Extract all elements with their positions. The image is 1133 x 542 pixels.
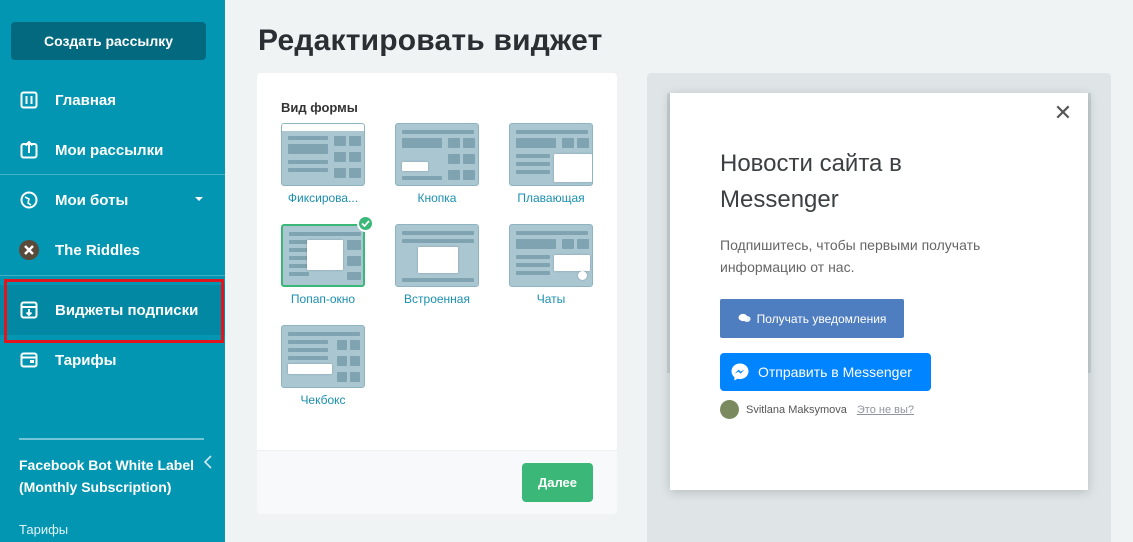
sidebar-item-tariffs[interactable]: Тарифы — [0, 335, 225, 385]
option-label: Кнопка — [417, 191, 457, 205]
form-type-card: Вид формы Фиксирова... Кнопка Плавающая … — [257, 73, 617, 514]
next-button[interactable]: Далее — [522, 463, 593, 502]
form-option-floating[interactable]: Плавающая — [509, 123, 593, 205]
checkbox-thumbnail — [281, 325, 365, 388]
sidebar-separator — [19, 438, 204, 440]
avatar — [19, 240, 39, 260]
sidebar-item-label: The Riddles — [55, 241, 141, 259]
sidebar-divider — [0, 275, 225, 276]
user-name: Svitlana Maksymova — [746, 403, 847, 416]
sidebar-item-the-riddles[interactable]: The Riddles — [0, 225, 225, 275]
sidebar-item-home[interactable]: Главная — [0, 75, 225, 125]
option-label: Чаты — [536, 292, 566, 306]
button-thumbnail — [395, 123, 479, 186]
form-option-fixed[interactable]: Фиксирова... — [281, 123, 365, 205]
form-option-popup[interactable]: Попап-окно — [281, 215, 374, 306]
form-option-embedded[interactable]: Встроенная — [395, 224, 479, 306]
plan-tariffs-link[interactable]: Тарифы — [19, 522, 68, 537]
get-notifications-button[interactable]: Получать уведомления — [720, 299, 904, 338]
plan-name: Facebook Bot White Label (Monthly Subscr… — [19, 457, 195, 495]
not-you-link[interactable]: Это не вы? — [857, 404, 914, 416]
send-to-messenger-button[interactable]: Отправить в Messenger — [720, 353, 931, 391]
button-label: Получать уведомления — [756, 311, 887, 326]
sidebar-item-label: Мои боты — [55, 191, 129, 209]
embedded-thumbnail — [395, 224, 479, 287]
chevron-left-icon[interactable] — [203, 455, 213, 469]
option-label: Попап-окно — [290, 292, 356, 306]
form-option-chats[interactable]: Чаты — [509, 224, 593, 306]
page-title: Редактировать виджет — [258, 24, 603, 57]
form-option-checkbox[interactable]: Чекбокс — [281, 325, 365, 407]
chats-thumbnail — [509, 224, 593, 287]
upload-icon — [19, 140, 39, 160]
globe-icon — [19, 190, 39, 210]
messenger-icon — [730, 362, 750, 382]
button-label: Отправить в Messenger — [758, 364, 912, 380]
sidebar-item-my-mailings[interactable]: Мои рассылки — [0, 125, 225, 175]
popup-widget: ✕ Новости сайта в Messenger Подпишитесь,… — [670, 93, 1088, 490]
avatar — [720, 400, 739, 419]
option-label: Встроенная — [404, 292, 470, 306]
popup-thumbnail — [281, 224, 365, 287]
sidebar: Создать рассылку Главная Мои рассылки Мо… — [0, 0, 225, 542]
checkmark-icon — [357, 215, 374, 232]
sidebar-item-label: Главная — [55, 91, 117, 109]
chevron-down-icon[interactable] — [195, 197, 203, 201]
form-type-label: Вид формы — [281, 100, 358, 115]
sidebar-item-label: Тарифы — [55, 351, 117, 369]
form-option-button[interactable]: Кнопка — [395, 123, 479, 205]
option-label: Фиксирова... — [287, 191, 359, 205]
chat-bubble-icon — [738, 313, 751, 324]
dashboard-icon — [19, 90, 39, 110]
option-label: Плавающая — [517, 191, 585, 205]
sidebar-item-my-bots[interactable]: Мои боты — [0, 175, 225, 225]
create-mailing-button[interactable]: Создать рассылку — [11, 22, 206, 60]
highlight-box — [4, 279, 224, 343]
close-icon[interactable]: ✕ — [1053, 102, 1073, 124]
sidebar-item-label: Мои рассылки — [55, 141, 164, 159]
fixed-thumbnail — [281, 123, 365, 186]
option-label: Чекбокс — [300, 393, 346, 407]
popup-title: Новости сайта в Messenger — [720, 150, 902, 213]
wallet-icon — [19, 350, 39, 370]
popup-description: Подпишитесь, чтобы первыми получать инфо… — [720, 237, 981, 275]
user-row: Svitlana Maksymova Это не вы? — [720, 400, 914, 419]
floating-thumbnail — [509, 123, 593, 186]
